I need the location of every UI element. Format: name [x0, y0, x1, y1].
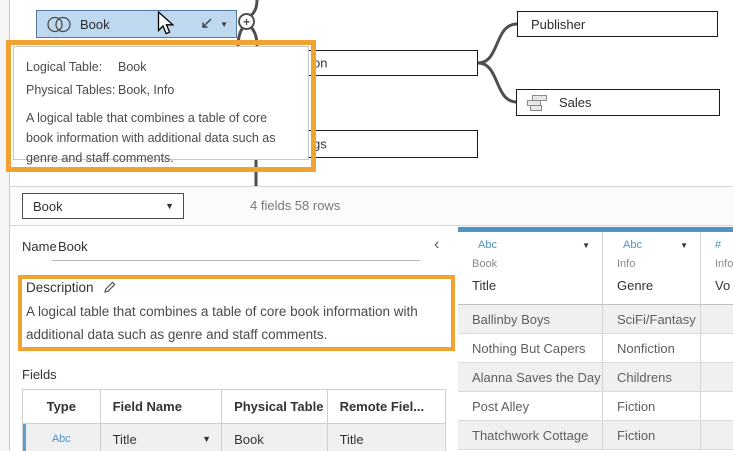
- grid-header-row: Abc ▼ Book Title Abc ▼ Info Genre # ▼: [458, 232, 733, 305]
- chevron-left-icon[interactable]: ‹: [434, 237, 439, 253]
- grid-cell: [701, 363, 733, 391]
- tooltip-logical-table-label: Logical Table:: [26, 57, 118, 77]
- tooltip-physical-tables-label: Physical Tables:: [26, 80, 118, 100]
- grid-column-header-volume[interactable]: # ▼ Info Vo: [701, 232, 733, 305]
- grid-row[interactable]: Thatchwork Cottage Fiction: [458, 421, 733, 450]
- sales-node[interactable]: Sales: [516, 89, 720, 116]
- grid-cell: [701, 392, 733, 420]
- column-field-name: Genre: [603, 278, 700, 293]
- column-type-number-icon: #: [715, 239, 721, 251]
- tooltip-logical-table-value: Book: [118, 57, 147, 77]
- dropdown-caret-icon: ▼: [165, 201, 174, 211]
- name-input[interactable]: Book: [58, 239, 88, 254]
- grid-cell: Post Alley: [458, 392, 603, 420]
- node-menu-caret-icon[interactable]: ▼: [220, 20, 228, 29]
- grid-row[interactable]: Nothing But Capers Nonfiction: [458, 334, 733, 363]
- fields-header-remote-field[interactable]: Remote Fiel...: [328, 390, 445, 423]
- fields-rows-summary: 4 fields 58 rows: [250, 198, 340, 213]
- column-field-name: Vo: [701, 278, 733, 293]
- column-menu-caret-icon[interactable]: ▼: [680, 241, 688, 250]
- field-name-caret-icon[interactable]: ▼: [202, 434, 211, 444]
- description-text: A logical table that combines a table of…: [26, 300, 440, 346]
- column-table-name: Info: [701, 258, 733, 278]
- book-node-label: Book: [80, 17, 110, 32]
- grid-cell: Fiction: [603, 421, 701, 449]
- fields-section-label: Fields: [22, 367, 57, 382]
- grid-cell: Childrens: [603, 363, 701, 391]
- grid-row[interactable]: Ballinby Boys SciFi/Fantasy: [458, 305, 733, 334]
- grid-cell: Ballinby Boys: [458, 305, 603, 333]
- fields-header-type[interactable]: Type: [23, 390, 101, 423]
- fields-header-field-name[interactable]: Field Name: [101, 390, 222, 423]
- grid-cell: Alanna Saves the Day: [458, 363, 603, 391]
- name-label: Name: [22, 239, 57, 254]
- publisher-node-label: Publisher: [531, 17, 585, 32]
- union-icon: [526, 94, 550, 112]
- tooltip-description: A logical table that combines a table of…: [26, 108, 296, 168]
- tableau-data-model-window: on gs Publisher Sales Book: [0, 0, 733, 451]
- field-name-value: Title: [113, 432, 203, 447]
- column-menu-caret-icon[interactable]: ▼: [582, 241, 590, 250]
- name-input-underline: [52, 260, 420, 261]
- grid-cell: Nonfiction: [603, 334, 701, 362]
- table-select-value: Book: [23, 199, 165, 214]
- table-select-dropdown[interactable]: Book ▼: [22, 193, 184, 219]
- edit-pencil-icon[interactable]: [103, 281, 116, 294]
- edition-node-label-fragment: on: [313, 56, 327, 71]
- fields-header-physical-table[interactable]: Physical Table: [222, 390, 328, 423]
- book-node-selected[interactable]: Book ▼: [36, 10, 237, 38]
- table-details-panel: Name Book ‹ Description A logical table …: [10, 226, 458, 451]
- field-physical-table-value: Book: [222, 424, 328, 451]
- data-preview-grid: Abc ▼ Book Title Abc ▼ Info Genre # ▼: [458, 227, 733, 451]
- column-type-abc-icon: Abc: [478, 239, 497, 251]
- column-table-name: Info: [603, 258, 700, 278]
- tooltip-physical-tables-value: Book, Info: [118, 80, 174, 100]
- ratings-node-label-fragment: gs: [313, 137, 327, 152]
- selected-row-indicator: [23, 424, 26, 451]
- grid-column-header-title[interactable]: Abc ▼ Book Title: [458, 232, 603, 305]
- column-table-name: Book: [458, 258, 602, 278]
- column-type-abc-icon: Abc: [623, 239, 642, 251]
- grid-cell: [701, 421, 733, 449]
- sales-node-label: Sales: [559, 95, 592, 110]
- grid-row[interactable]: Alanna Saves the Day Childrens: [458, 363, 733, 392]
- field-remote-field-value: Title: [328, 424, 445, 451]
- grid-row[interactable]: Post Alley Fiction: [458, 392, 733, 421]
- grid-cell: Nothing But Capers: [458, 334, 603, 362]
- grid-cell: Fiction: [603, 392, 701, 420]
- table-selector-bar: Book ▼ 4 fields 58 rows: [10, 187, 733, 225]
- collapse-table-icon[interactable]: [199, 18, 213, 31]
- add-relationship-plus-icon[interactable]: +: [238, 13, 255, 30]
- publisher-node[interactable]: Publisher: [517, 11, 718, 37]
- field-type-abc-icon: Abc: [52, 433, 71, 445]
- join-venn-icon: [46, 16, 72, 33]
- grid-cell: [701, 334, 733, 362]
- logical-table-tooltip: Logical Table: Book Physical Tables: Boo…: [13, 46, 309, 160]
- description-label: Description: [26, 280, 94, 295]
- grid-cell: Thatchwork Cottage: [458, 421, 603, 449]
- fields-table-header-row: Type Field Name Physical Table Remote Fi…: [23, 390, 445, 424]
- fields-table-row[interactable]: Abc Title ▼ Book Title: [23, 424, 445, 451]
- fields-table: Type Field Name Physical Table Remote Fi…: [22, 389, 446, 451]
- column-field-name: Title: [458, 278, 602, 293]
- mouse-cursor-icon: [157, 11, 177, 36]
- grid-cell: [701, 305, 733, 333]
- grid-column-header-genre[interactable]: Abc ▼ Info Genre: [603, 232, 701, 305]
- grid-cell: SciFi/Fantasy: [603, 305, 701, 333]
